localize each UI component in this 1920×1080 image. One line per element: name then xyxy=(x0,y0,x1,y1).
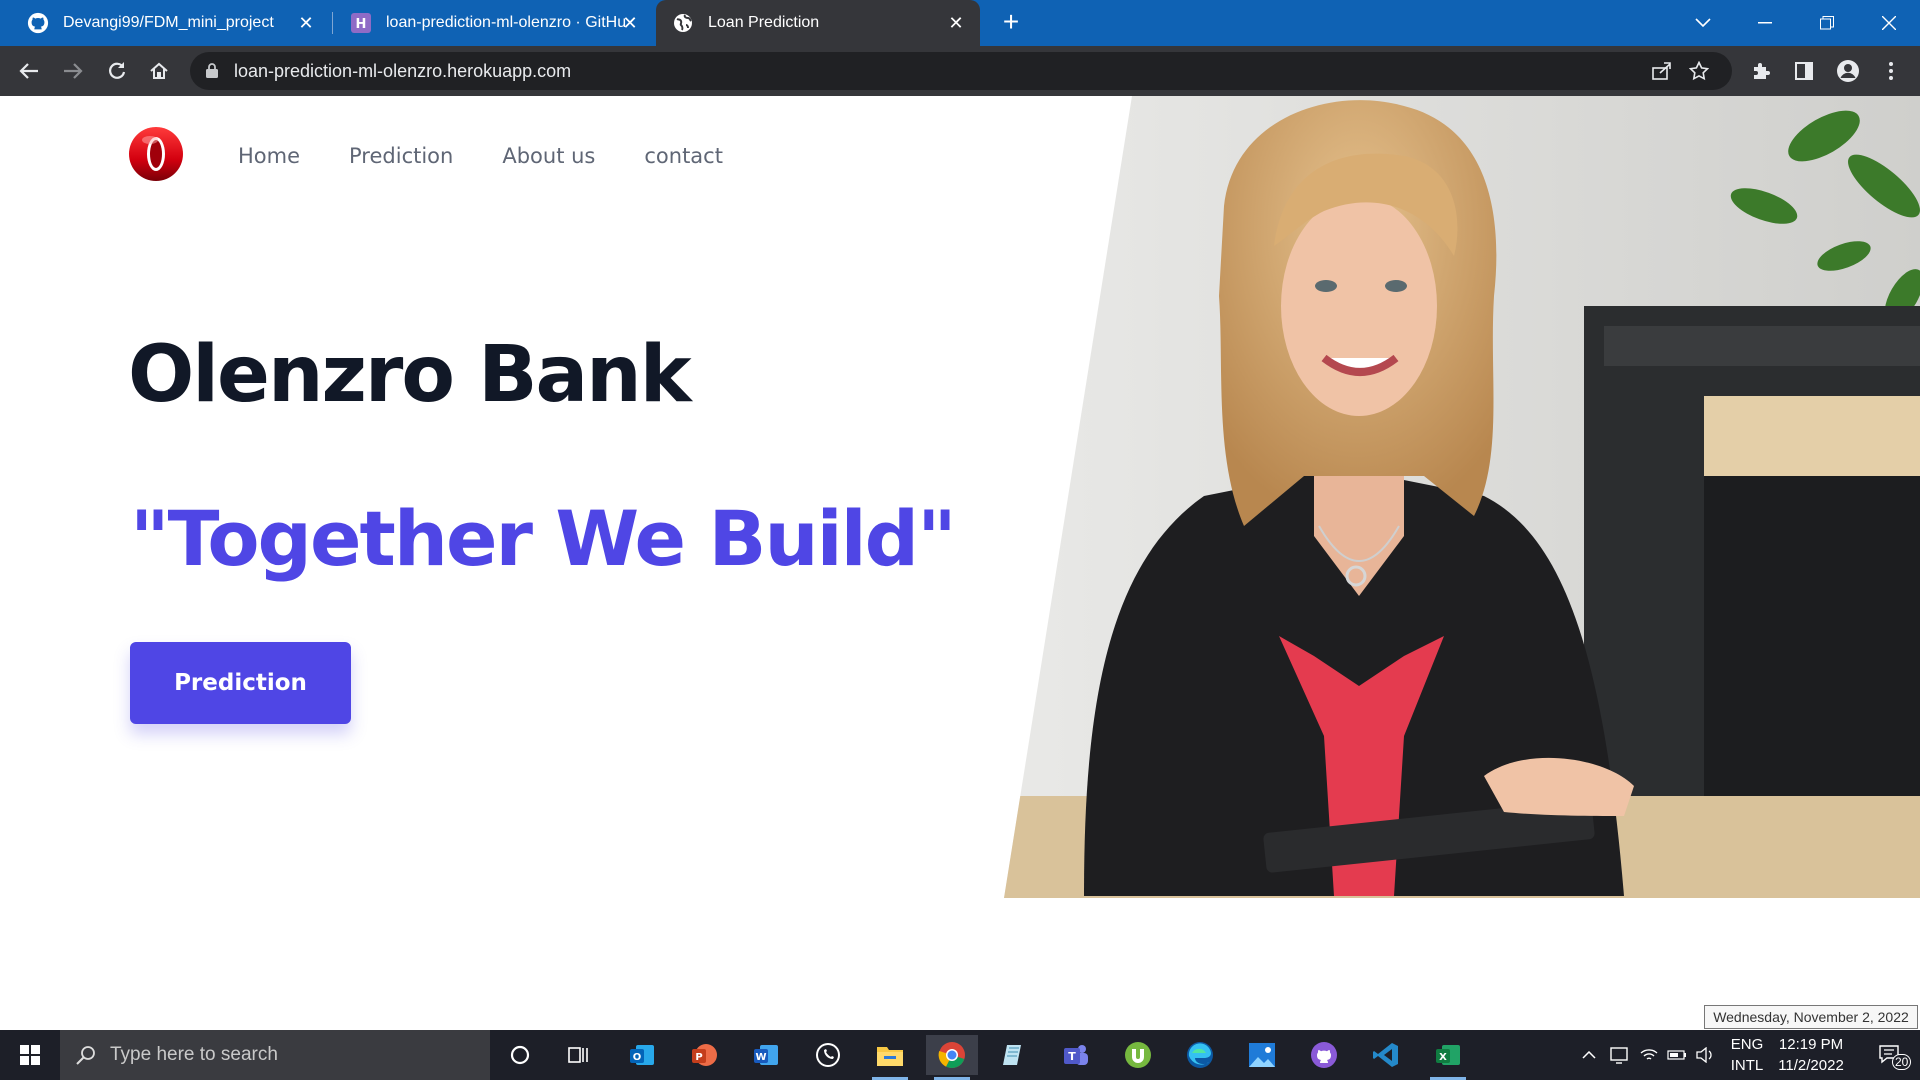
date-tooltip: Wednesday, November 2, 2022 xyxy=(1704,1005,1918,1029)
nav-contact[interactable]: contact xyxy=(644,144,723,168)
nav-about-us[interactable]: About us xyxy=(502,144,595,168)
battery-icon[interactable] xyxy=(1664,1030,1690,1080)
chrome-icon[interactable] xyxy=(926,1035,978,1080)
nav-home[interactable]: Home xyxy=(238,144,300,168)
page-viewport: Home Prediction About us contact Olenzro… xyxy=(0,96,1920,1030)
file-explorer-icon[interactable] xyxy=(864,1035,916,1080)
clock-date: 11/2/2022 xyxy=(1778,1057,1844,1074)
heroku-icon: H xyxy=(350,12,372,34)
svg-text:P: P xyxy=(695,1052,702,1063)
tab-title: Devangi99/FDM_mini_project xyxy=(63,14,274,31)
outlook-icon[interactable]: O xyxy=(616,1035,668,1075)
tab-close-icon[interactable]: ✕ xyxy=(296,13,316,33)
notification-count-badge: 20 xyxy=(1892,1054,1912,1070)
show-hidden-icons-icon[interactable] xyxy=(1576,1030,1602,1080)
language-indicator[interactable]: ENG INTL xyxy=(1724,1034,1770,1076)
tab-title: loan-prediction-ml-olenzro · GitHub xyxy=(386,14,626,31)
security-tray-icon[interactable] xyxy=(1606,1030,1632,1080)
svg-text:T: T xyxy=(1068,1050,1076,1063)
language-code: ENG xyxy=(1730,1036,1764,1053)
search-icon xyxy=(76,1045,96,1070)
excel-icon[interactable]: X xyxy=(1422,1035,1474,1080)
extensions-icon[interactable] xyxy=(1746,56,1776,86)
tab-close-icon[interactable]: ✕ xyxy=(620,13,640,33)
keyboard-layout: INTL xyxy=(1730,1057,1764,1074)
back-button[interactable] xyxy=(14,56,44,86)
restore-button[interactable] xyxy=(1802,0,1852,46)
main-nav: Home Prediction About us contact xyxy=(238,144,772,168)
browser-toolbar: loan-prediction-ml-olenzro.herokuapp.com xyxy=(0,46,1920,96)
close-window-button[interactable] xyxy=(1864,0,1914,46)
search-placeholder: Type here to search xyxy=(110,1044,278,1065)
reload-button[interactable] xyxy=(102,56,132,86)
share-icon[interactable] xyxy=(1650,59,1674,83)
clock-time: 12:19 PM xyxy=(1778,1036,1844,1053)
minimize-button[interactable] xyxy=(1740,0,1790,46)
tab-loan-prediction[interactable]: Loan Prediction ✕ xyxy=(656,0,980,46)
github-desktop-icon[interactable] xyxy=(1298,1035,1350,1075)
browser-tab-strip: Devangi99/FDM_mini_project ✕ H loan-pred… xyxy=(0,0,1920,46)
hero-title: Olenzro Bank xyxy=(128,330,692,420)
svg-text:X: X xyxy=(1439,1052,1447,1063)
globe-icon xyxy=(672,12,694,34)
windows-taskbar: Type here to search O P W T X ENG INTL 1… xyxy=(0,1030,1920,1080)
profile-avatar-icon[interactable] xyxy=(1833,56,1863,86)
taskbar-search[interactable]: Type here to search xyxy=(60,1030,490,1080)
home-button[interactable] xyxy=(144,56,174,86)
bookmark-star-icon[interactable] xyxy=(1687,59,1711,83)
whatsapp-icon[interactable] xyxy=(802,1035,854,1075)
task-view-icon[interactable] xyxy=(552,1035,604,1075)
notepad-icon[interactable] xyxy=(988,1035,1040,1075)
side-panel-icon[interactable] xyxy=(1789,56,1819,86)
utorrent-icon[interactable] xyxy=(1112,1035,1164,1075)
svg-text:W: W xyxy=(755,1052,766,1063)
url-text[interactable]: loan-prediction-ml-olenzro.herokuapp.com xyxy=(234,61,571,82)
hero-slogan: "Together We Build" xyxy=(130,494,957,583)
clock[interactable]: 12:19 PM 11/2/2022 xyxy=(1774,1034,1848,1076)
tab-github-repo[interactable]: Devangi99/FDM_mini_project ✕ xyxy=(0,0,330,46)
vscode-icon[interactable] xyxy=(1360,1035,1412,1075)
cortana-icon[interactable] xyxy=(494,1035,546,1075)
hero-image xyxy=(1004,96,1920,898)
word-icon[interactable]: W xyxy=(740,1035,792,1075)
svg-text:O: O xyxy=(633,1052,642,1063)
more-menu-icon[interactable] xyxy=(1876,56,1906,86)
svg-text:H: H xyxy=(356,17,367,32)
teams-icon[interactable]: T xyxy=(1050,1035,1102,1075)
prediction-button[interactable]: Prediction xyxy=(130,642,351,724)
edge-icon[interactable] xyxy=(1174,1035,1226,1075)
powerpoint-icon[interactable]: P xyxy=(678,1035,730,1075)
opera-logo[interactable] xyxy=(128,126,184,182)
lock-icon[interactable] xyxy=(206,63,218,83)
wifi-icon[interactable] xyxy=(1636,1030,1662,1080)
github-icon xyxy=(27,12,49,34)
tab-close-icon[interactable]: ✕ xyxy=(946,13,966,33)
forward-button[interactable] xyxy=(58,56,88,86)
photos-icon[interactable] xyxy=(1236,1035,1288,1075)
notifications-button[interactable]: 20 xyxy=(1862,1030,1920,1080)
tab-heroku-github[interactable]: H loan-prediction-ml-olenzro · GitHub ✕ xyxy=(334,0,654,46)
tab-title: Loan Prediction xyxy=(708,14,820,31)
tab-separator xyxy=(332,12,333,34)
address-bar[interactable]: loan-prediction-ml-olenzro.herokuapp.com xyxy=(190,52,1732,90)
nav-prediction[interactable]: Prediction xyxy=(349,144,453,168)
new-tab-button[interactable]: + xyxy=(996,8,1026,38)
start-button[interactable] xyxy=(0,1030,60,1080)
tab-search-icon[interactable] xyxy=(1678,0,1728,46)
volume-icon[interactable] xyxy=(1692,1030,1718,1080)
